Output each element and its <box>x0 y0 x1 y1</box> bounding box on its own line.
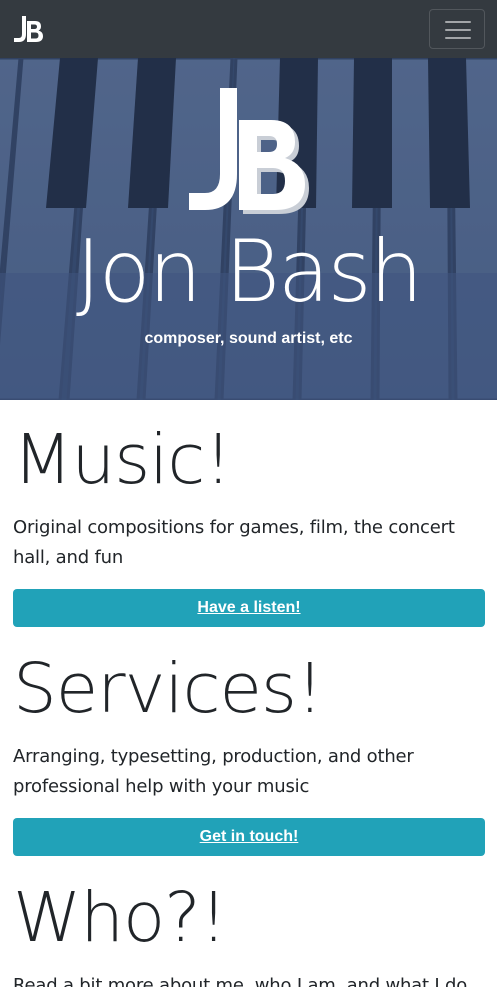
hero-subtitle: composer, sound artist, etc <box>144 330 353 347</box>
hamburger-icon <box>445 21 471 23</box>
jb-logo-icon <box>14 16 43 42</box>
navbar <box>0 0 497 58</box>
site-logo-link[interactable] <box>13 13 45 45</box>
hero-banner: Jon Bash composer, sound artist, etc <box>0 58 497 400</box>
section-description: Arranging, typesetting, production, and … <box>13 746 414 797</box>
music-section: Music! Original compositions for games, … <box>13 420 485 627</box>
hamburger-icon-bar <box>445 29 471 31</box>
section-heading: Music! <box>13 420 232 500</box>
hamburger-icon-bar <box>445 37 471 39</box>
services-section: Services! Arranging, typesetting, produc… <box>13 649 485 856</box>
navbar-toggler-button[interactable] <box>429 9 485 49</box>
hero-title: Jon Bash <box>75 222 423 322</box>
section-description: Read a bit more about me, who I am, and … <box>13 975 468 987</box>
section-heading: Services! <box>13 649 324 729</box>
who-section: Who?! Read a bit more about me, who I am… <box>13 878 485 987</box>
jb-hero-logo-icon <box>189 88 309 214</box>
contact-button[interactable]: Get in touch! <box>13 818 485 856</box>
section-description: Original compositions for games, film, t… <box>13 517 455 568</box>
section-heading: Who?! <box>13 878 227 958</box>
listen-button[interactable]: Have a listen! <box>13 589 485 627</box>
